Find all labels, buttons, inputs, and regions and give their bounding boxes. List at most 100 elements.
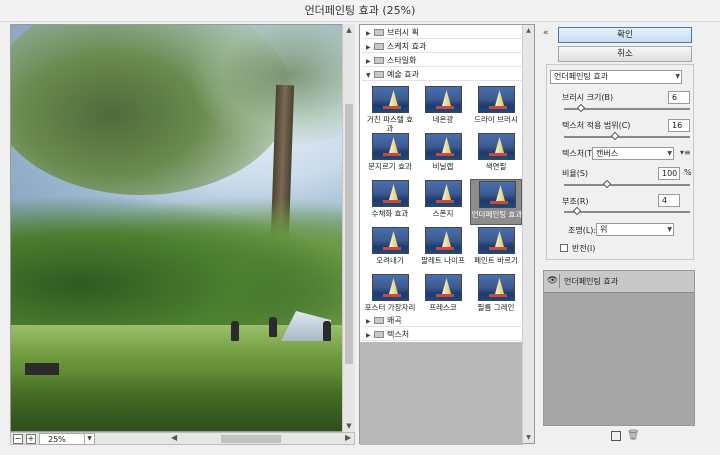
filter-thumbnail [478,86,515,113]
chevron-down-icon: ▼ [84,434,94,444]
category-texture[interactable]: ▶ 텍스처 [362,329,522,341]
expand-icon: ▶ [366,58,371,65]
eye-icon[interactable]: 👁 [546,274,560,288]
filter-thumbnail [372,274,409,301]
brush-size-label: 브러시 크기(B) [562,93,614,102]
relief-label: 부조(R) [562,197,589,206]
zoom-in-button[interactable]: + [26,434,36,444]
filter-dry-brush[interactable]: 드라이 브러시 [470,85,522,131]
scroll-up-icon[interactable]: ▲ [343,24,355,36]
gallery-scrollbar[interactable]: ▲ ▼ [522,25,534,443]
filter-thumbnail [372,133,409,160]
filter-thumbnail [372,227,409,254]
texture-coverage-input[interactable]: 16 [668,119,690,132]
ok-button[interactable]: 확인 [558,27,692,43]
folder-icon [374,43,384,50]
folder-open-icon [374,71,384,78]
filter-rough-pastels[interactable]: 거친 파스텔 효과 [364,85,416,133]
filter-paint-daubs[interactable]: 페인트 바르기 [470,226,522,272]
filter-cutout[interactable]: 오려내기 [364,226,416,272]
filter-fresco[interactable]: 프레스코 [417,273,469,319]
texture-coverage-slider[interactable] [564,131,690,141]
filter-thumbnail [478,133,515,160]
light-select[interactable]: 위 ▼ [596,223,674,236]
brush-size-slider[interactable] [564,103,690,113]
filter-gallery: ▶ 브러시 획 ▶ 스케치 효과 ▶ 스타일화 ▼ 예술 효과 거친 파스텔 효과 네온… [359,24,535,445]
preview-hscroll-thumb[interactable] [221,435,281,443]
collapse-gallery-icon[interactable]: « [543,28,549,38]
texture-coverage-label: 텍스처 적용 범위(C) [562,121,631,130]
folder-icon [374,29,384,36]
window-title: 언더페인팅 효과 (25%) [0,0,720,22]
filter-thumbnail [425,227,462,254]
filter-thumbnail [425,86,462,113]
scaling-unit: % [684,168,692,177]
filter-thumbnail [372,180,409,207]
cancel-button[interactable]: 취소 [558,46,692,62]
filter-thumbnail [478,274,515,301]
park-bench [25,363,59,375]
scroll-up-icon[interactable]: ▲ [523,27,534,34]
category-distort[interactable]: ▶ 왜곡 [362,315,522,327]
expand-icon: ▶ [366,44,371,51]
folder-icon [374,57,384,64]
preview-vscroll-thumb[interactable] [345,104,353,364]
filter-thumbnail [425,180,462,207]
new-effect-layer-icon[interactable] [611,431,621,441]
category-stylize[interactable]: ▶ 스타일화 [362,55,522,67]
zoom-select[interactable]: 25% ▼ [39,433,95,445]
light-label: 조명(L): [568,226,597,235]
filter-colored-pencil[interactable]: 색연필 [470,132,522,178]
scaling-input[interactable]: 100 [658,167,680,180]
effect-layer-row[interactable]: 👁 언더페인팅 효과 [544,271,694,293]
filter-film-grain[interactable]: 필름 그레인 [470,273,522,319]
filter-thumbnail [478,227,515,254]
expand-icon: ▶ [366,332,371,339]
zoom-value: 25% [48,435,66,444]
category-brush-strokes[interactable]: ▶ 브러시 획 [362,27,522,39]
scroll-left-icon[interactable]: ◀ [171,433,177,442]
filter-smudge-stick[interactable]: 문지르기 효과 [364,132,416,178]
filter-watercolor[interactable]: 수채화 효과 [364,179,416,225]
brush-size-input[interactable]: 6 [668,91,690,104]
scaling-label: 비율(S) [562,169,589,178]
filter-thumbnail [425,133,462,160]
filter-poster-edges[interactable]: 포스터 가장자리 [364,273,416,319]
filter-select[interactable]: 언더페인팅 효과 ▼ [550,70,682,84]
scaling-slider[interactable] [564,179,690,189]
preview-canvas[interactable] [10,24,355,432]
zoom-out-button[interactable]: − [13,434,23,444]
preview-vertical-scrollbar[interactable]: ▲ ▼ [342,24,355,432]
filter-neon-glow[interactable]: 네온광 [417,85,469,131]
expand-icon: ▶ [366,318,371,325]
filter-thumbnail [425,274,462,301]
scroll-right-icon[interactable]: ▶ [345,433,351,442]
preview-toolbar: − + 25% ▼ ◀ ▶ [10,432,355,445]
collapse-icon: ▼ [366,72,371,79]
trash-icon[interactable]: 🗑 [627,430,640,441]
effect-layers-panel: 👁 언더페인팅 효과 [543,270,695,426]
scroll-down-icon[interactable]: ▼ [523,434,534,441]
expand-icon: ▶ [366,30,371,37]
invert-label: 반전(I) [572,244,596,253]
invert-checkbox[interactable] [560,244,568,252]
scroll-down-icon[interactable]: ▼ [343,420,355,432]
filter-underpainting[interactable]: 언더페인팅 효과 [470,179,522,225]
relief-input[interactable]: 4 [658,194,680,207]
category-artistic[interactable]: ▼ 예술 효과 [362,69,522,81]
chevron-down-icon: ▼ [667,226,672,233]
chevron-down-icon: ▼ [667,150,672,157]
texture-select[interactable]: 캔버스 ▼ [592,147,674,160]
filter-sponge[interactable]: 스폰지 [417,179,469,225]
relief-slider[interactable] [564,206,690,216]
category-sketch[interactable]: ▶ 스케치 효과 [362,41,522,53]
folder-icon [374,317,384,324]
gallery-empty-area [360,342,523,445]
filter-thumbnail [479,181,516,208]
texture-menu-icon[interactable]: ▾≡ [680,148,691,157]
filter-palette-knife[interactable]: 팔레트 나이프 [417,226,469,272]
filter-thumbnail [372,86,409,113]
folder-icon [374,331,384,338]
filter-plastic-wrap[interactable]: 비닐랩 [417,132,469,178]
chevron-down-icon: ▼ [675,73,680,80]
